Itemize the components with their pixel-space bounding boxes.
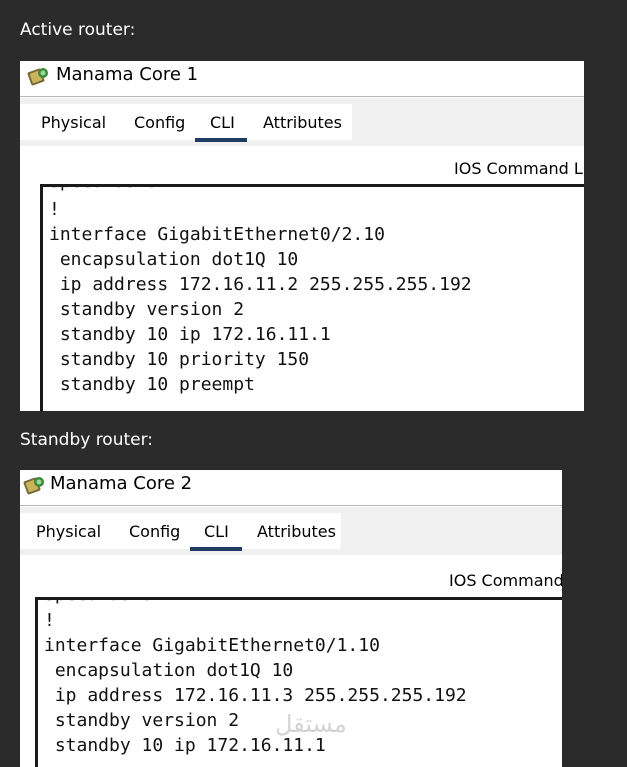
watermark: مستقل [275, 710, 347, 738]
router-window-core-1: Manama Core 1 Physical Config CLI Attrib… [20, 61, 584, 411]
console-line: ! [44, 610, 55, 631]
active-tab-indicator [195, 138, 247, 142]
console-line: encapsulation dot1Q 10 [49, 249, 299, 270]
tab-strip: Physical Config CLI Attributes [20, 507, 562, 555]
ios-command-line-label: IOS Command Lin [454, 159, 584, 178]
active-tab-indicator [190, 547, 242, 551]
ios-command-line-label: IOS Command [449, 571, 562, 590]
cli-console[interactable]: speed auto ! interface GigabitEthernet0/… [40, 184, 584, 411]
console-line: standby 10 preempt [49, 374, 255, 395]
router-device-icon [23, 477, 44, 495]
tab-attributes[interactable]: Attributes [263, 113, 342, 132]
window-title: Manama Core 1 [56, 64, 199, 85]
router-device-icon [27, 68, 48, 86]
console-line: interface GigabitEthernet0/2.10 [49, 224, 385, 245]
tab-cli[interactable]: CLI [210, 113, 235, 132]
tab-config[interactable]: Config [134, 113, 185, 132]
console-line: ip address 172.16.11.2 255.255.255.192 [49, 274, 472, 295]
router-window-core-2: Manama Core 2 Physical Config CLI Attrib… [20, 470, 562, 767]
console-line: ! [49, 199, 60, 220]
console-line: standby version 2 [49, 299, 245, 320]
tab-physical[interactable]: Physical [36, 522, 101, 541]
partial-line-clipped: speed auto [44, 600, 152, 605]
active-router-label: Active router: [20, 20, 136, 40]
tab-attributes[interactable]: Attributes [257, 522, 336, 541]
console-line: ip address 172.16.11.3 255.255.255.192 [44, 685, 467, 706]
cli-console[interactable]: speed auto ! interface GigabitEthernet0/… [35, 597, 562, 767]
tab-config[interactable]: Config [129, 522, 180, 541]
console-line: standby 10 ip 172.16.11.1 [44, 735, 326, 756]
console-line: standby 10 priority 150 [49, 349, 310, 370]
tab-physical[interactable]: Physical [41, 113, 106, 132]
console-line: encapsulation dot1Q 10 [44, 660, 294, 681]
tab-strip: Physical Config CLI Attributes [20, 98, 584, 146]
window-title: Manama Core 2 [50, 473, 193, 494]
console-line: interface GigabitEthernet0/1.10 [44, 635, 380, 656]
console-line: standby version 2 [44, 710, 240, 731]
console-line: standby 10 ip 172.16.11.1 [49, 324, 331, 345]
title-bar: Manama Core 1 [20, 61, 584, 97]
tab-cli[interactable]: CLI [204, 522, 229, 541]
partial-line-clipped: speed auto [49, 187, 157, 192]
standby-router-label: Standby router: [20, 430, 154, 450]
title-bar: Manama Core 2 [20, 470, 562, 506]
